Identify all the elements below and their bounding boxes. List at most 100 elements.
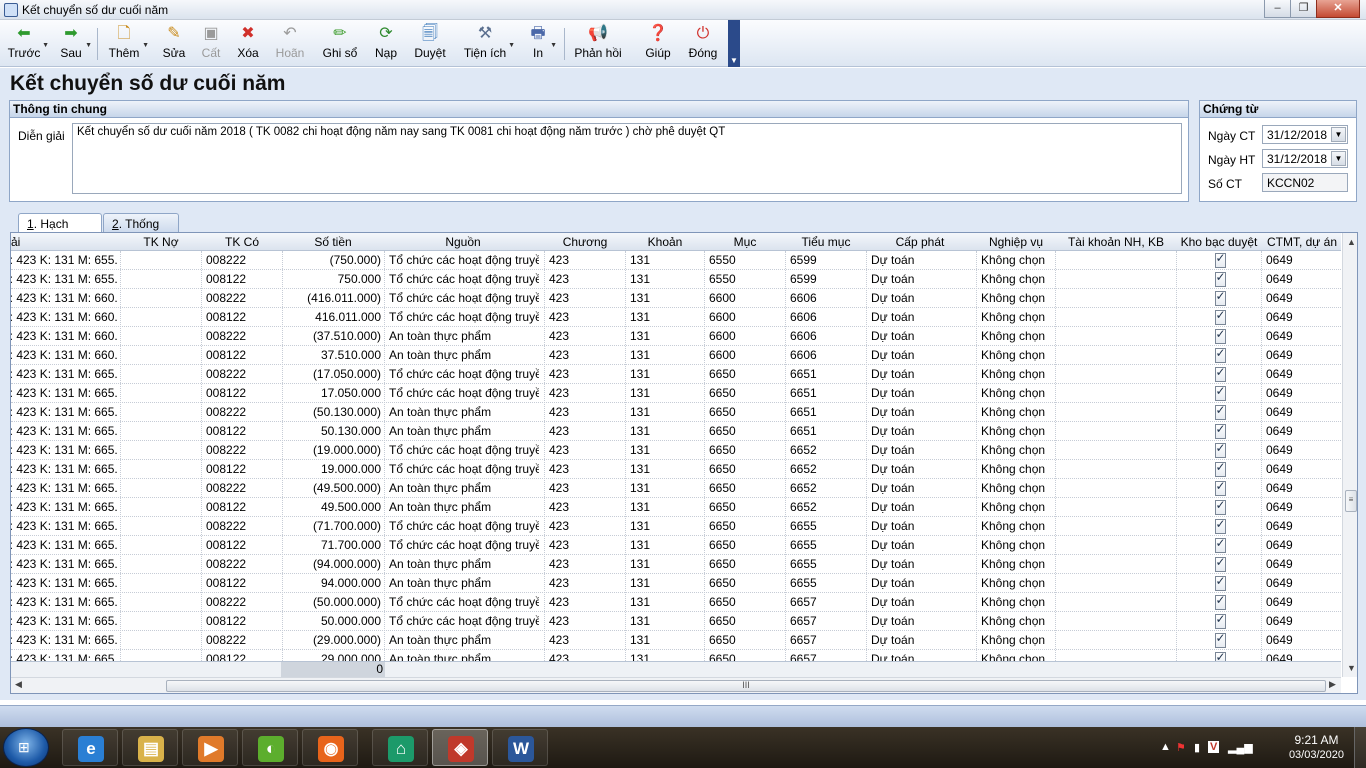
voucher-number-field[interactable]: KCCN02	[1262, 173, 1348, 192]
column-header[interactable]: Tiểu mục	[786, 235, 866, 249]
approve-button[interactable]: 🗐 Duyệt	[412, 22, 448, 65]
column-header[interactable]: CTMT, dự án	[1262, 235, 1342, 249]
scroll-left-icon[interactable]: ◀	[15, 679, 22, 690]
kb-approved-checkbox[interactable]: ✓	[1181, 291, 1259, 306]
voucher-date-picker[interactable]: 31/12/2018 ▼	[1262, 125, 1348, 144]
postpone-button[interactable]: ↶ Hoãn	[272, 22, 308, 65]
kb-approved-checkbox[interactable]: ✓	[1181, 519, 1259, 534]
kb-approved-checkbox[interactable]: ✓	[1181, 329, 1259, 344]
column-header[interactable]: TK Có	[202, 235, 282, 249]
column-header[interactable]: Nguồn	[385, 235, 541, 249]
table-row[interactable]: C: 423 K: 131 M: 665... 008222 (29.000.000…	[11, 631, 1341, 650]
column-header[interactable]: TK Nợ	[121, 235, 201, 249]
table-row[interactable]: C: 423 K: 131 M: 665... 008222 (49.500.000…	[11, 479, 1341, 498]
close-button[interactable]: ⏻ Đóng	[687, 22, 719, 65]
chevron-down-icon[interactable]: ▼	[1331, 151, 1346, 166]
help-button[interactable]: ❓ Giúp	[643, 22, 673, 65]
posting-date-picker[interactable]: 31/12/2018 ▼	[1262, 149, 1348, 168]
table-row[interactable]: C: 423 K: 131 M: 665... 008222 (71.700.000…	[11, 517, 1341, 536]
taskbar-app-green[interactable]: ◐	[242, 729, 298, 766]
kb-approved-checkbox[interactable]: ✓	[1181, 386, 1259, 401]
dropdown-arrow-icon[interactable]: ▼	[550, 42, 557, 49]
print-button[interactable]: 🖶 In ▼	[526, 22, 557, 65]
table-row[interactable]: C: 423 K: 131 M: 660... 008122 37.510.000 A…	[11, 346, 1341, 365]
table-row[interactable]: C: 423 K: 131 M: 665... 008122 17.050.000 T…	[11, 384, 1341, 403]
table-row[interactable]: C: 423 K: 131 M: 665... 008122 50.130.000 A…	[11, 422, 1341, 441]
taskbar-accounting-app[interactable]: ◈	[432, 729, 488, 766]
edit-button[interactable]: ✎ Sửa	[160, 22, 188, 65]
vertical-scroll-thumb[interactable]: ≡	[1345, 490, 1357, 512]
taskbar-word[interactable]: W	[492, 729, 548, 766]
clock[interactable]: 9:21 AM 03/03/2020	[1289, 733, 1344, 763]
maximize-button[interactable]: ❐	[1290, 0, 1316, 18]
kb-approved-checkbox[interactable]: ✓	[1181, 652, 1259, 661]
dropdown-arrow-icon[interactable]: ▼	[42, 42, 49, 49]
taskbar-internet-explorer[interactable]: e	[62, 729, 118, 766]
network-error-icon[interactable]: ⚑	[1176, 741, 1186, 754]
scroll-down-icon[interactable]: ▼	[1347, 663, 1356, 673]
horizontal-scroll-thumb[interactable]: III	[166, 680, 1326, 692]
kb-approved-checkbox[interactable]: ✓	[1181, 253, 1259, 268]
table-row[interactable]: C: 423 K: 131 M: 665... 008122 94.000.000 A…	[11, 574, 1341, 593]
start-button[interactable]: ⊞	[3, 728, 49, 767]
table-row[interactable]: C: 423 K: 131 M: 665... 008122 29.000.000 A…	[11, 650, 1341, 661]
close-window-button[interactable]: ✕	[1316, 0, 1360, 18]
next-button[interactable]: ➡ Sau ▼	[57, 22, 92, 65]
column-header[interactable]: Số tiền	[283, 235, 383, 249]
column-header[interactable]: Kho bạc duyệt	[1177, 235, 1261, 249]
vietkey-icon[interactable]: V	[1208, 741, 1220, 753]
scroll-right-icon[interactable]: ▶	[1329, 679, 1336, 690]
kb-approved-checkbox[interactable]: ✓	[1181, 595, 1259, 610]
table-row[interactable]: C: 423 K: 131 M: 660... 008222 (416.011.00…	[11, 289, 1341, 308]
prev-button[interactable]: ⬅ Trước ▼	[6, 22, 49, 65]
table-row[interactable]: C: 423 K: 131 M: 665... 008122 49.500.000 A…	[11, 498, 1341, 517]
taskbar-media-player[interactable]: ▶	[182, 729, 238, 766]
kb-approved-checkbox[interactable]: ✓	[1181, 424, 1259, 439]
table-row[interactable]: C: 423 K: 131 M: 665... 008222 (50.000.000…	[11, 593, 1341, 612]
vertical-scrollbar[interactable]: ▲ ≡ ▼	[1342, 233, 1357, 677]
toolbar-options-button[interactable]: ▼	[728, 20, 740, 67]
dropdown-arrow-icon[interactable]: ▼	[142, 42, 149, 49]
show-desktop-button[interactable]	[1354, 727, 1366, 768]
column-header[interactable]: Tài khoản NH, KB	[1056, 235, 1176, 249]
kb-approved-checkbox[interactable]: ✓	[1181, 443, 1259, 458]
add-button[interactable]: 🗋 Thêm ▼	[106, 22, 149, 65]
column-header[interactable]: Cấp phát	[867, 235, 973, 249]
kb-approved-checkbox[interactable]: ✓	[1181, 576, 1259, 591]
kb-approved-checkbox[interactable]: ✓	[1181, 348, 1259, 363]
table-row[interactable]: C: 423 K: 131 M: 655... 008122 750.000 Tổ c…	[11, 270, 1341, 289]
kb-approved-checkbox[interactable]: ✓	[1181, 405, 1259, 420]
table-row[interactable]: C: 423 K: 131 M: 665... 008222 (50.130.000…	[11, 403, 1341, 422]
tab-statistics[interactable]: 2. Thống kê	[103, 213, 179, 245]
tray-expand-icon[interactable]: ▲	[1160, 741, 1171, 753]
table-row[interactable]: C: 423 K: 131 M: 665... 008222 (19.000.000…	[11, 441, 1341, 460]
horizontal-scrollbar[interactable]: ◀ III ▶	[11, 677, 1341, 693]
taskbar-app-house[interactable]: ⌂	[372, 729, 428, 766]
minimize-button[interactable]: –	[1264, 0, 1290, 18]
taskbar-file-explorer[interactable]: ▤	[122, 729, 178, 766]
kb-approved-checkbox[interactable]: ✓	[1181, 310, 1259, 325]
column-header[interactable]: ải	[11, 235, 119, 249]
table-row[interactable]: C: 423 K: 131 M: 665... 008122 19.000.000 T…	[11, 460, 1341, 479]
kb-approved-checkbox[interactable]: ✓	[1181, 272, 1259, 287]
dropdown-arrow-icon[interactable]: ▼	[85, 42, 92, 49]
kb-approved-checkbox[interactable]: ✓	[1181, 500, 1259, 515]
dropdown-arrow-icon[interactable]: ▼	[508, 42, 515, 49]
kb-approved-checkbox[interactable]: ✓	[1181, 481, 1259, 496]
load-button[interactable]: ⟳ Nạp	[372, 22, 400, 65]
post-ledger-button[interactable]: ✏ Ghi sổ	[320, 22, 360, 65]
table-row[interactable]: C: 423 K: 131 M: 660... 008222 (37.510.000…	[11, 327, 1341, 346]
kb-approved-checkbox[interactable]: ✓	[1181, 367, 1259, 382]
chevron-down-icon[interactable]: ▼	[1331, 127, 1346, 142]
signal-icon[interactable]: ▂▄▆	[1228, 741, 1253, 754]
feedback-button[interactable]: 📢 Phản hồi	[573, 22, 623, 65]
kb-approved-checkbox[interactable]: ✓	[1181, 633, 1259, 648]
kb-approved-checkbox[interactable]: ✓	[1181, 538, 1259, 553]
taskbar-firefox[interactable]: ◉	[302, 729, 358, 766]
save-button[interactable]: ▣ Cất	[198, 22, 224, 65]
utilities-button[interactable]: ⚒ Tiện ích ▼	[462, 22, 515, 65]
column-header[interactable]: Chương	[545, 235, 625, 249]
kb-approved-checkbox[interactable]: ✓	[1181, 614, 1259, 629]
column-header[interactable]: Nghiệp vụ	[977, 235, 1055, 249]
table-row[interactable]: C: 423 K: 131 M: 665... 008122 71.700.000 T…	[11, 536, 1341, 555]
